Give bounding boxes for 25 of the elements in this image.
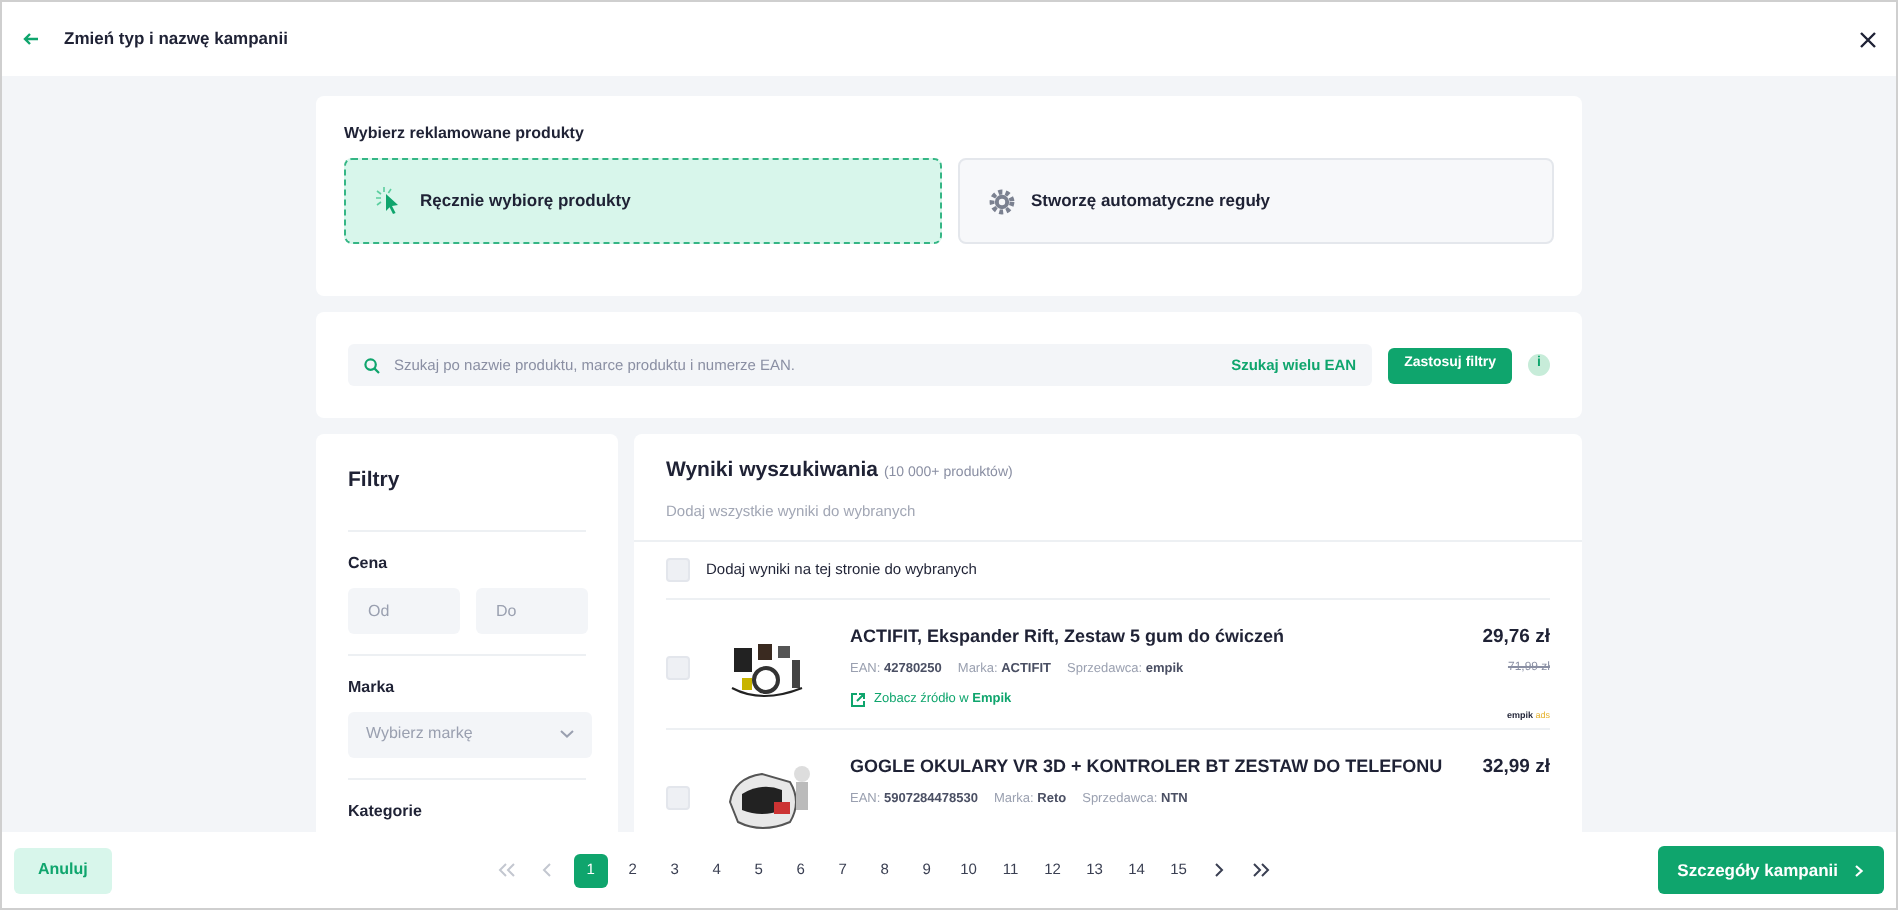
product-price: 32,99 zł	[1482, 754, 1550, 782]
option-card[interactable]: Ręcznie wybiorę produkty	[344, 158, 941, 244]
filters-title: Filtry	[348, 466, 402, 496]
price-input[interactable]: Od	[348, 587, 460, 634]
back-arrow-icon[interactable]	[22, 32, 40, 46]
filter-label: Cena	[348, 551, 390, 576]
option-card[interactable]: Stworzę automatyczne reguły	[957, 158, 1554, 244]
filter-label: Marka	[348, 675, 397, 700]
page-title: Zmień typ i nazwę kampanii	[64, 26, 288, 52]
chevron-down-icon	[560, 730, 574, 739]
section-title: Wybierz reklamowane produkty	[344, 122, 586, 146]
gear-icon	[987, 187, 1015, 215]
product-name[interactable]: ACTIFIT, Ekspander Rift, Zestaw 5 gum do ćwiczeń	[850, 624, 1451, 651]
price-input[interactable]: Do	[476, 587, 588, 634]
last-page-icon[interactable]	[1252, 862, 1273, 878]
filter-label: Kategorie	[348, 799, 424, 824]
close-icon[interactable]	[1860, 31, 1876, 47]
external-link-icon	[850, 692, 866, 709]
search-icon	[364, 357, 380, 373]
checkbox[interactable]	[666, 656, 690, 680]
chevron-right-icon	[1853, 863, 1864, 877]
product-price: 29,76 zł	[1482, 624, 1550, 652]
product-name[interactable]: GOGLE OKULARY VR 3D + KONTROLER BT ZESTAW DO TELEFONU	[850, 754, 1451, 781]
checkbox[interactable]	[666, 786, 690, 810]
checkbox[interactable]	[666, 558, 690, 582]
